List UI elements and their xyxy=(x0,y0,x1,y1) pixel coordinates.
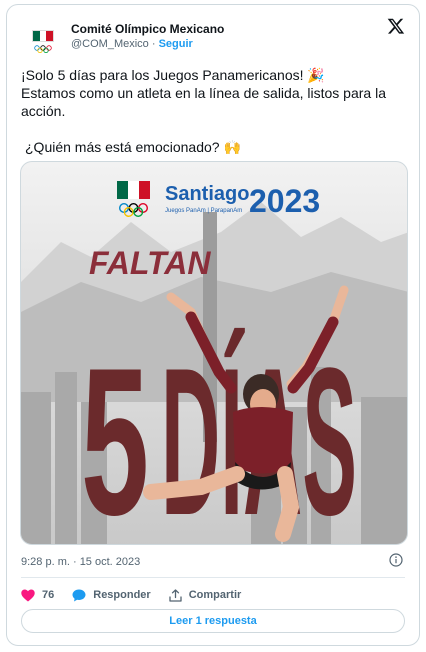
tweet-image[interactable]: Santiago Juegos PanAm | ParapanAm 2023 F… xyxy=(20,161,408,545)
like-button[interactable]: 76 xyxy=(21,589,54,602)
account-handle[interactable]: @COM_Mexico xyxy=(71,38,149,50)
brand-year: 2023 xyxy=(249,183,320,219)
action-bar: 76 Responder Compartir xyxy=(21,585,259,605)
santiago-wordmark: Santiago xyxy=(165,183,249,205)
tweet-line-1: ¡Solo 5 días para los Juegos Panamerican… xyxy=(21,67,325,83)
share-label: Compartir xyxy=(188,589,242,601)
follow-button[interactable]: Seguir xyxy=(159,38,193,50)
big-number: 5 xyxy=(81,324,149,545)
mexico-flag-icon xyxy=(32,30,54,42)
reply-label: Responder xyxy=(93,589,151,601)
divider xyxy=(21,577,405,578)
share-button[interactable]: Compartir xyxy=(169,588,242,602)
account-handle-row: @COM_Mexico · Seguir xyxy=(71,38,193,50)
heart-icon xyxy=(21,589,35,601)
tweet-line-2: Estamos como un atleta en la línea de sa… xyxy=(21,85,386,119)
info-icon[interactable] xyxy=(389,553,403,567)
timestamp[interactable]: 9:28 p. m. · 15 oct. 2023 xyxy=(21,556,140,568)
headline-faltan: FALTAN xyxy=(89,245,211,281)
separator: · xyxy=(151,38,156,50)
read-replies-button[interactable]: Leer 1 respuesta xyxy=(21,609,405,633)
mexico-flag-icon xyxy=(117,181,150,199)
olympic-rings-icon xyxy=(34,45,52,53)
x-logo-icon[interactable] xyxy=(387,17,405,35)
promo-graphic: Santiago Juegos PanAm | ParapanAm 2023 F… xyxy=(21,162,407,545)
tweet-text: ¡Solo 5 días para los Juegos Panamerican… xyxy=(21,66,415,156)
avatar[interactable] xyxy=(23,20,63,60)
reply-bubble-icon xyxy=(72,589,86,601)
reply-button[interactable]: Responder xyxy=(72,589,151,602)
share-icon xyxy=(169,588,182,602)
tweet-card: Comité Olímpico Mexicano @COM_Mexico · S… xyxy=(6,4,420,646)
account-name[interactable]: Comité Olímpico Mexicano xyxy=(71,22,224,36)
like-count: 76 xyxy=(42,589,55,601)
brand-subtitle: Juegos PanAm | ParapanAm xyxy=(165,208,242,214)
tweet-line-3: ¿Quién más está emocionado? 🙌 xyxy=(25,139,241,155)
